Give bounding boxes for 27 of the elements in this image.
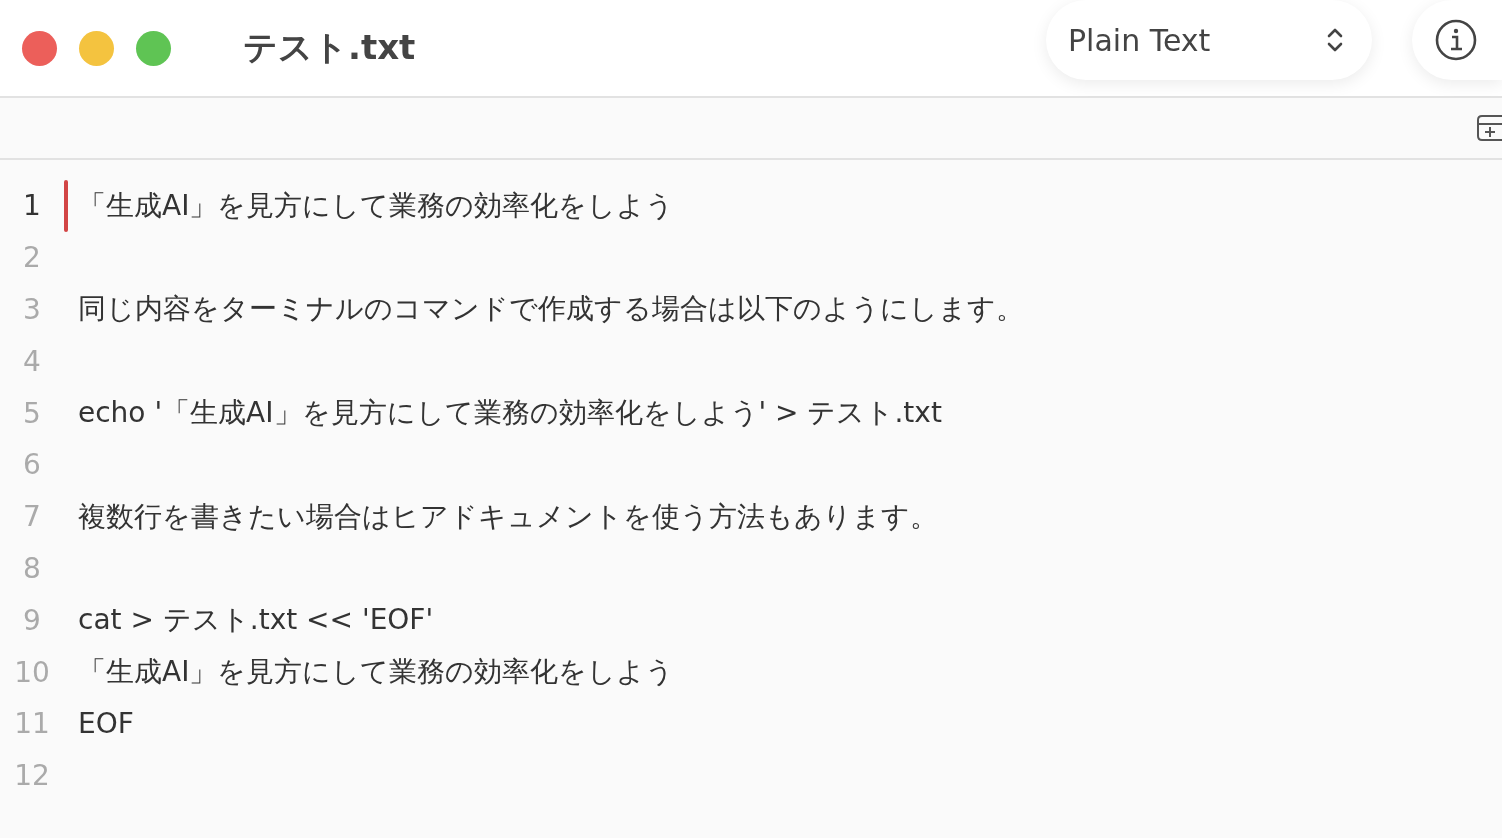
line-number: 6 [22, 448, 42, 482]
line-number: 8 [22, 551, 42, 585]
code-line: 同じ内容をターミナルのコマンドで作成する場合は以下のようにします。 [78, 291, 1024, 328]
code-line: cat > テスト.txt << 'EOF' [78, 602, 434, 639]
close-button[interactable] [22, 30, 57, 66]
info-button[interactable] [1412, 0, 1502, 80]
line-number: 1 [22, 189, 42, 223]
syntax-dropdown[interactable]: Plain Text [1046, 0, 1372, 80]
line-number: 7 [22, 500, 42, 534]
line-number: 5 [22, 396, 42, 430]
zoom-button[interactable] [136, 30, 171, 66]
code-line: echo '「生成AI」を見方にして業務の効率化をしよう' > テスト.txt [78, 395, 942, 432]
line-number: 2 [22, 241, 42, 275]
text-cursor [64, 179, 68, 232]
code-line: 複数行を書きたい場合はヒアドキュメントを使う方法もあります。 [78, 498, 938, 535]
line-number: 9 [22, 603, 42, 637]
code-line: EOF [78, 707, 134, 741]
line-number: 11 [13, 707, 51, 741]
info-icon [1434, 18, 1478, 62]
add-panel-icon[interactable] [1476, 114, 1502, 142]
code-line: 「生成AI」を見方にして業務の効率化をしよう [78, 654, 675, 691]
line-number: 4 [22, 344, 42, 378]
line-number: 10 [13, 655, 51, 689]
window-title: テスト.txt [243, 26, 416, 69]
line-number: 12 [13, 759, 51, 793]
line-number: 3 [22, 293, 42, 326]
code-line: 「生成AI」を見方にして業務の効率化をしよう [78, 187, 675, 224]
